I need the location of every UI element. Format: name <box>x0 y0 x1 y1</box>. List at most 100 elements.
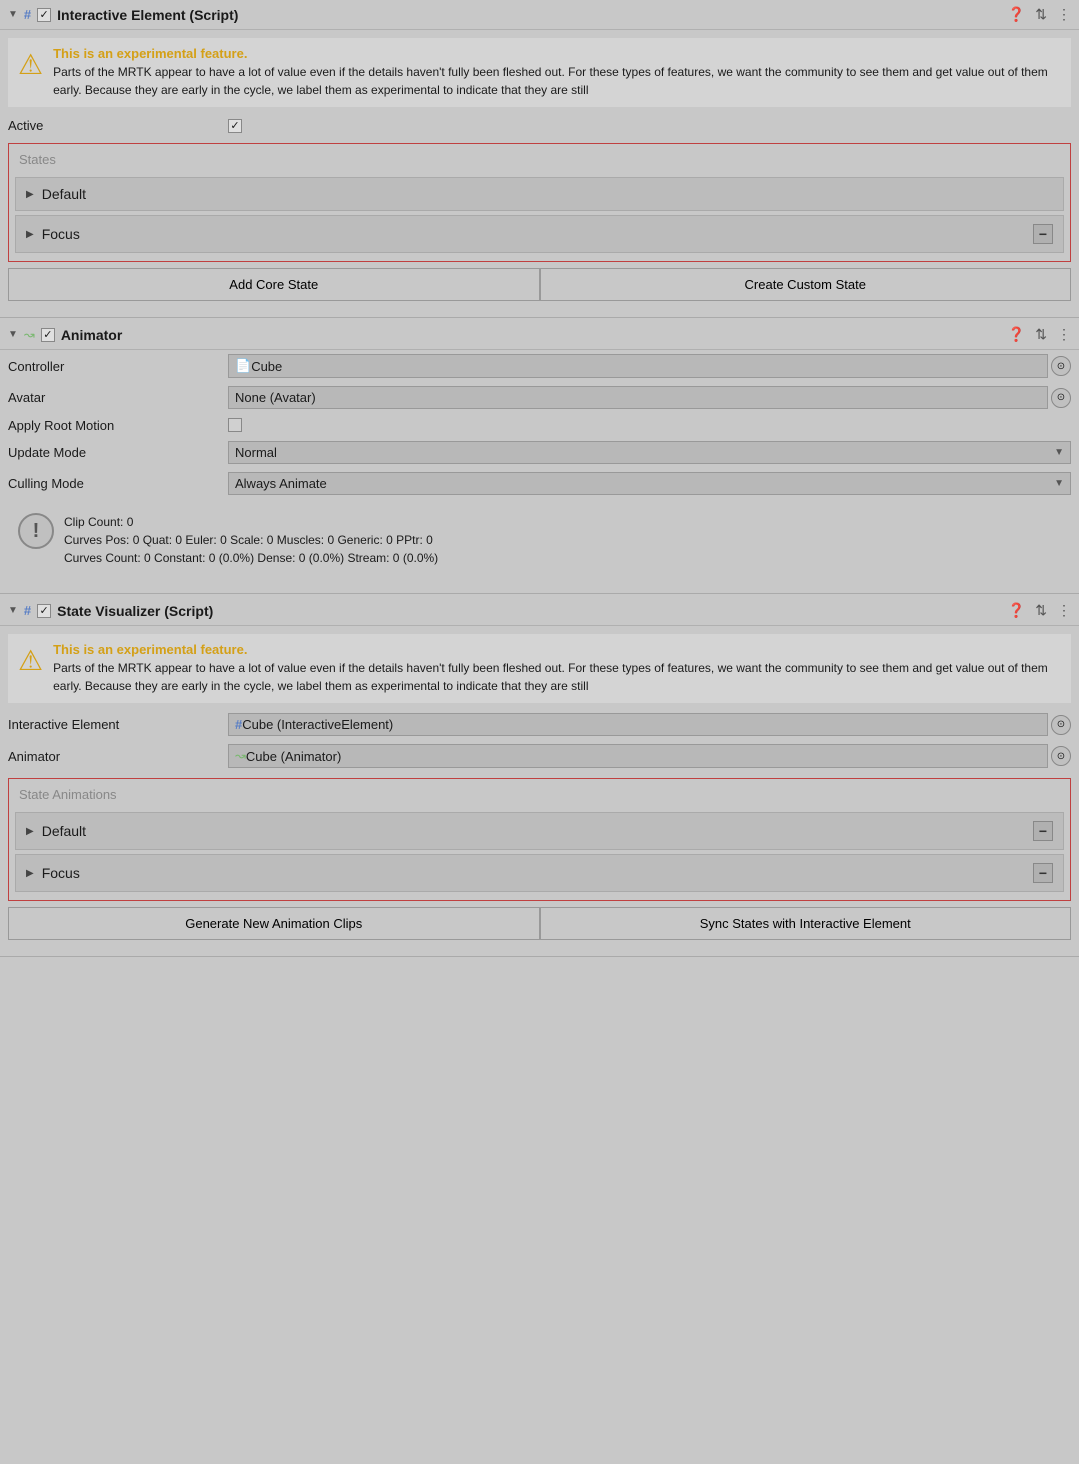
sync-states-button[interactable]: Sync States with Interactive Element <box>540 907 1072 940</box>
sa-state-name-focus: Focus <box>42 865 80 881</box>
culling-mode-label: Culling Mode <box>8 476 228 491</box>
sa-state-triangle-default[interactable]: ▶ <box>26 826 34 837</box>
ie-circle-btn[interactable]: ⊙ <box>1051 715 1071 735</box>
active-label: Active <box>8 118 228 133</box>
culling-mode-arrow-icon: ▼ <box>1054 478 1064 489</box>
panel-checkbox[interactable]: ✓ <box>37 8 51 22</box>
culling-mode-text: Always Animate <box>235 476 327 491</box>
state-item-focus: ▶ Focus − <box>15 215 1064 253</box>
controller-value: 📄 Cube ⊙ <box>228 354 1071 378</box>
state-triangle-default[interactable]: ▶ <box>26 189 34 200</box>
sv-animator-text: Cube (Animator) <box>246 749 341 764</box>
sv-animator-icon: ↝ <box>235 748 246 764</box>
controller-icon: 📄 <box>235 358 251 374</box>
sv-animator-circle-btn[interactable]: ⊙ <box>1051 746 1071 766</box>
panel-title: Interactive Element (Script) <box>57 7 1002 23</box>
state-name-default: Default <box>42 186 86 202</box>
update-mode-text: Normal <box>235 445 277 460</box>
state-visualizer-header: ▼ # ✓ State Visualizer (Script) ❓ ⇅ ⋮ <box>0 596 1079 626</box>
ie-field-row: Interactive Element # Cube (InteractiveE… <box>0 709 1079 740</box>
animator-header: ▼ ↝ ✓ Animator ❓ ⇅ ⋮ <box>0 320 1079 350</box>
controller-circle-btn[interactable]: ⊙ <box>1051 356 1071 376</box>
sv-warning-icon: ⚠ <box>18 644 43 677</box>
culling-mode-dropdown[interactable]: Always Animate ▼ <box>228 472 1071 495</box>
sa-default-remove-button[interactable]: − <box>1033 821 1053 841</box>
sv-animator-input[interactable]: ↝ Cube (Animator) <box>228 744 1048 768</box>
info-line-1: Clip Count: 0 <box>64 513 438 531</box>
animator-help-icon[interactable]: ❓ <box>1008 326 1025 343</box>
avatar-text: None (Avatar) <box>235 390 316 405</box>
animator-panel: ▼ ↝ ✓ Animator ❓ ⇅ ⋮ Controller 📄 Cube ⊙… <box>0 320 1079 594</box>
apply-root-motion-checkbox[interactable] <box>228 418 242 432</box>
add-core-state-button[interactable]: Add Core State <box>8 268 540 301</box>
animator-info-box: ! Clip Count: 0 Curves Pos: 0 Quat: 0 Eu… <box>8 505 1071 575</box>
warning-box: ⚠ This is an experimental feature. Parts… <box>8 38 1071 107</box>
sa-state-triangle-focus[interactable]: ▶ <box>26 868 34 879</box>
ie-hash-icon: # <box>235 717 242 732</box>
warning-icon: ⚠ <box>18 48 43 81</box>
ie-field-input[interactable]: # Cube (InteractiveElement) <box>228 713 1048 736</box>
collapse-triangle-icon[interactable]: ▼ <box>8 9 18 20</box>
ie-field-text: Cube (InteractiveElement) <box>242 717 393 732</box>
create-custom-state-button[interactable]: Create Custom State <box>540 268 1072 301</box>
settings-icon[interactable]: ⇅ <box>1035 6 1047 23</box>
sv-settings-icon[interactable]: ⇅ <box>1035 602 1047 619</box>
controller-label: Controller <box>8 359 228 374</box>
help-icon[interactable]: ❓ <box>1008 6 1025 23</box>
state-name-focus: Focus <box>42 226 80 242</box>
controller-input[interactable]: 📄 Cube <box>228 354 1048 378</box>
sv-body: ⚠ This is an experimental feature. Parts… <box>0 634 1079 948</box>
more-icon[interactable]: ⋮ <box>1057 6 1071 23</box>
update-mode-dropdown[interactable]: Normal ▼ <box>228 441 1071 464</box>
avatar-value: None (Avatar) ⊙ <box>228 386 1071 409</box>
sv-help-icon[interactable]: ❓ <box>1008 602 1025 619</box>
sa-state-item-focus: ▶ Focus − <box>15 854 1064 892</box>
controller-text: Cube <box>251 359 282 374</box>
sv-animator-value: ↝ Cube (Animator) ⊙ <box>228 744 1071 768</box>
controller-row: Controller 📄 Cube ⊙ <box>0 350 1079 382</box>
sv-bottom-buttons: Generate New Animation Clips Sync States… <box>8 907 1071 940</box>
warning-body: Parts of the MRTK appear to have a lot o… <box>53 63 1061 99</box>
animator-settings-icon[interactable]: ⇅ <box>1035 326 1047 343</box>
animator-more-icon[interactable]: ⋮ <box>1057 326 1071 343</box>
animator-collapse-icon[interactable]: ▼ <box>8 329 18 340</box>
animator-icon: ↝ <box>24 327 35 343</box>
culling-mode-row: Culling Mode Always Animate ▼ <box>0 468 1079 499</box>
info-line-2: Curves Pos: 0 Quat: 0 Euler: 0 Scale: 0 … <box>64 531 438 549</box>
animator-body: Controller 📄 Cube ⊙ Avatar None (Avatar)… <box>0 350 1079 585</box>
animator-checkbox[interactable]: ✓ <box>41 328 55 342</box>
sv-collapse-icon[interactable]: ▼ <box>8 605 18 616</box>
animator-title: Animator <box>61 327 1002 343</box>
state-item-default: ▶ Default <box>15 177 1064 211</box>
active-checkbox[interactable]: ✓ <box>228 119 242 133</box>
state-triangle-focus[interactable]: ▶ <box>26 229 34 240</box>
avatar-circle-btn[interactable]: ⊙ <box>1051 388 1071 408</box>
focus-remove-button[interactable]: − <box>1033 224 1053 244</box>
ie-field-label: Interactive Element <box>8 717 228 732</box>
interactive-element-body: ⚠ This is an experimental feature. Parts… <box>0 38 1079 309</box>
sv-warning-box: ⚠ This is an experimental feature. Parts… <box>8 634 1071 703</box>
sv-hash-icon: # <box>24 603 31 618</box>
sv-warning-content: This is an experimental feature. Parts o… <box>53 642 1061 695</box>
avatar-row: Avatar None (Avatar) ⊙ <box>0 382 1079 413</box>
update-mode-label: Update Mode <box>8 445 228 460</box>
sa-state-name-default: Default <box>42 823 86 839</box>
info-circle-icon: ! <box>18 513 54 549</box>
sv-checkbox[interactable]: ✓ <box>37 604 51 618</box>
info-line-3: Curves Count: 0 Constant: 0 (0.0%) Dense… <box>64 549 438 567</box>
apply-root-motion-label: Apply Root Motion <box>8 418 228 433</box>
avatar-input[interactable]: None (Avatar) <box>228 386 1048 409</box>
apply-root-motion-row: Apply Root Motion <box>0 413 1079 437</box>
active-row: Active ✓ <box>0 113 1079 137</box>
state-visualizer-panel: ▼ # ✓ State Visualizer (Script) ❓ ⇅ ⋮ ⚠ … <box>0 596 1079 957</box>
state-buttons: Add Core State Create Custom State <box>8 268 1071 301</box>
sa-focus-remove-button[interactable]: − <box>1033 863 1053 883</box>
sa-state-item-left-focus: ▶ Focus <box>26 865 80 881</box>
sv-animator-label: Animator <box>8 749 228 764</box>
generate-clips-button[interactable]: Generate New Animation Clips <box>8 907 540 940</box>
sv-more-icon[interactable]: ⋮ <box>1057 602 1071 619</box>
update-mode-row: Update Mode Normal ▼ <box>0 437 1079 468</box>
interactive-element-panel: ▼ # ✓ Interactive Element (Script) ❓ ⇅ ⋮… <box>0 0 1079 318</box>
update-mode-value: Normal ▼ <box>228 441 1071 464</box>
culling-mode-value: Always Animate ▼ <box>228 472 1071 495</box>
